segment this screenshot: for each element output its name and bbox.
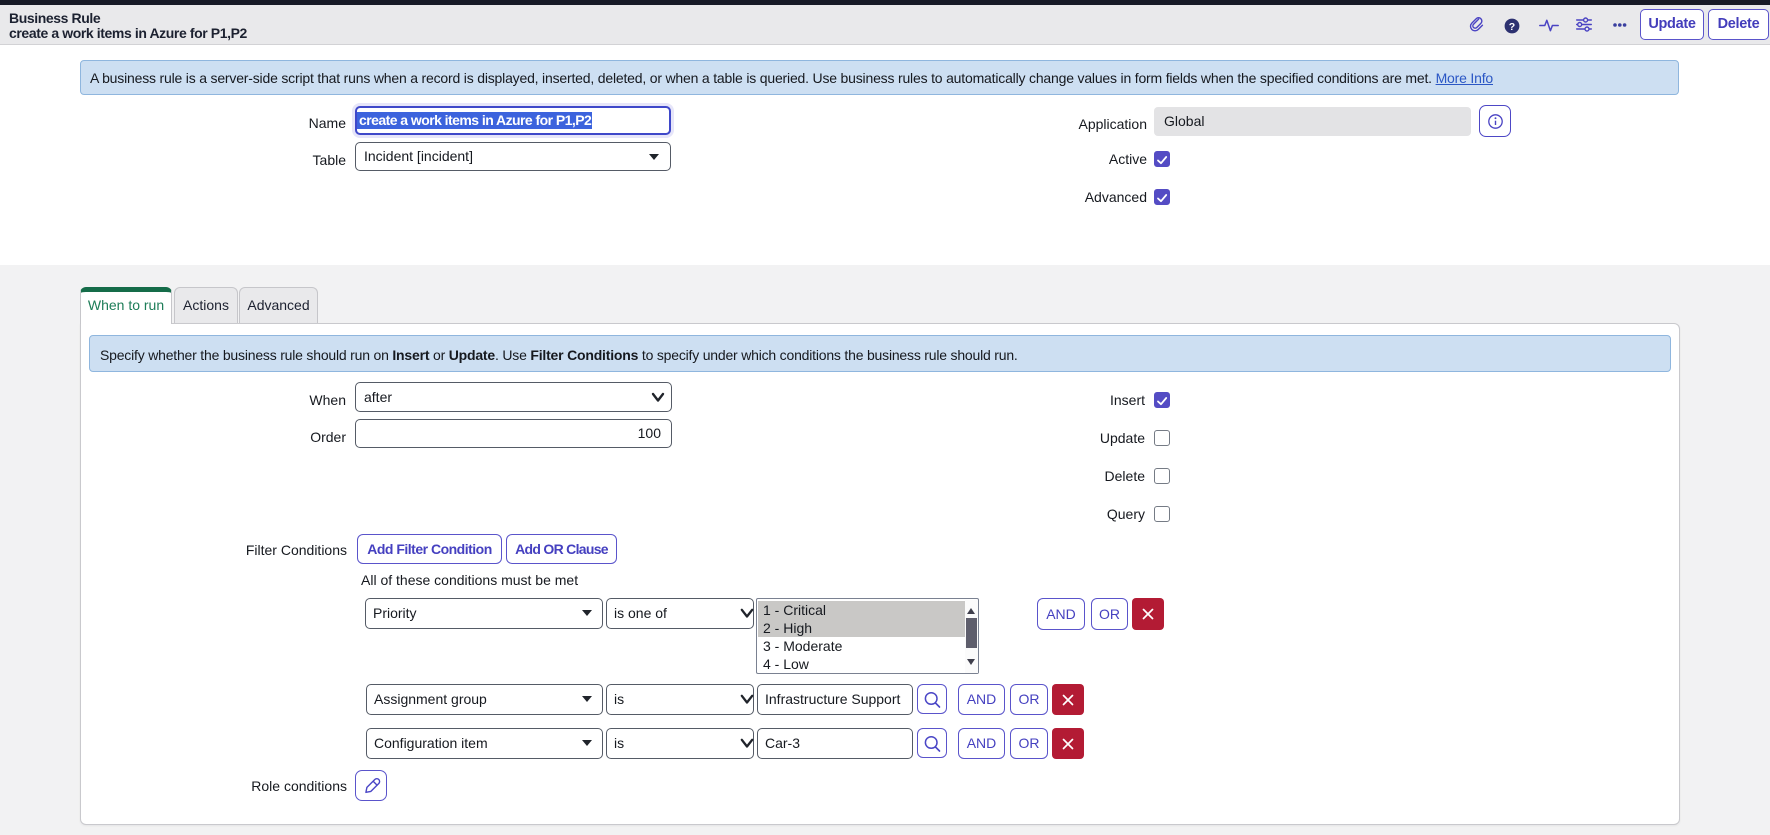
svg-text:?: ? xyxy=(1509,21,1515,33)
